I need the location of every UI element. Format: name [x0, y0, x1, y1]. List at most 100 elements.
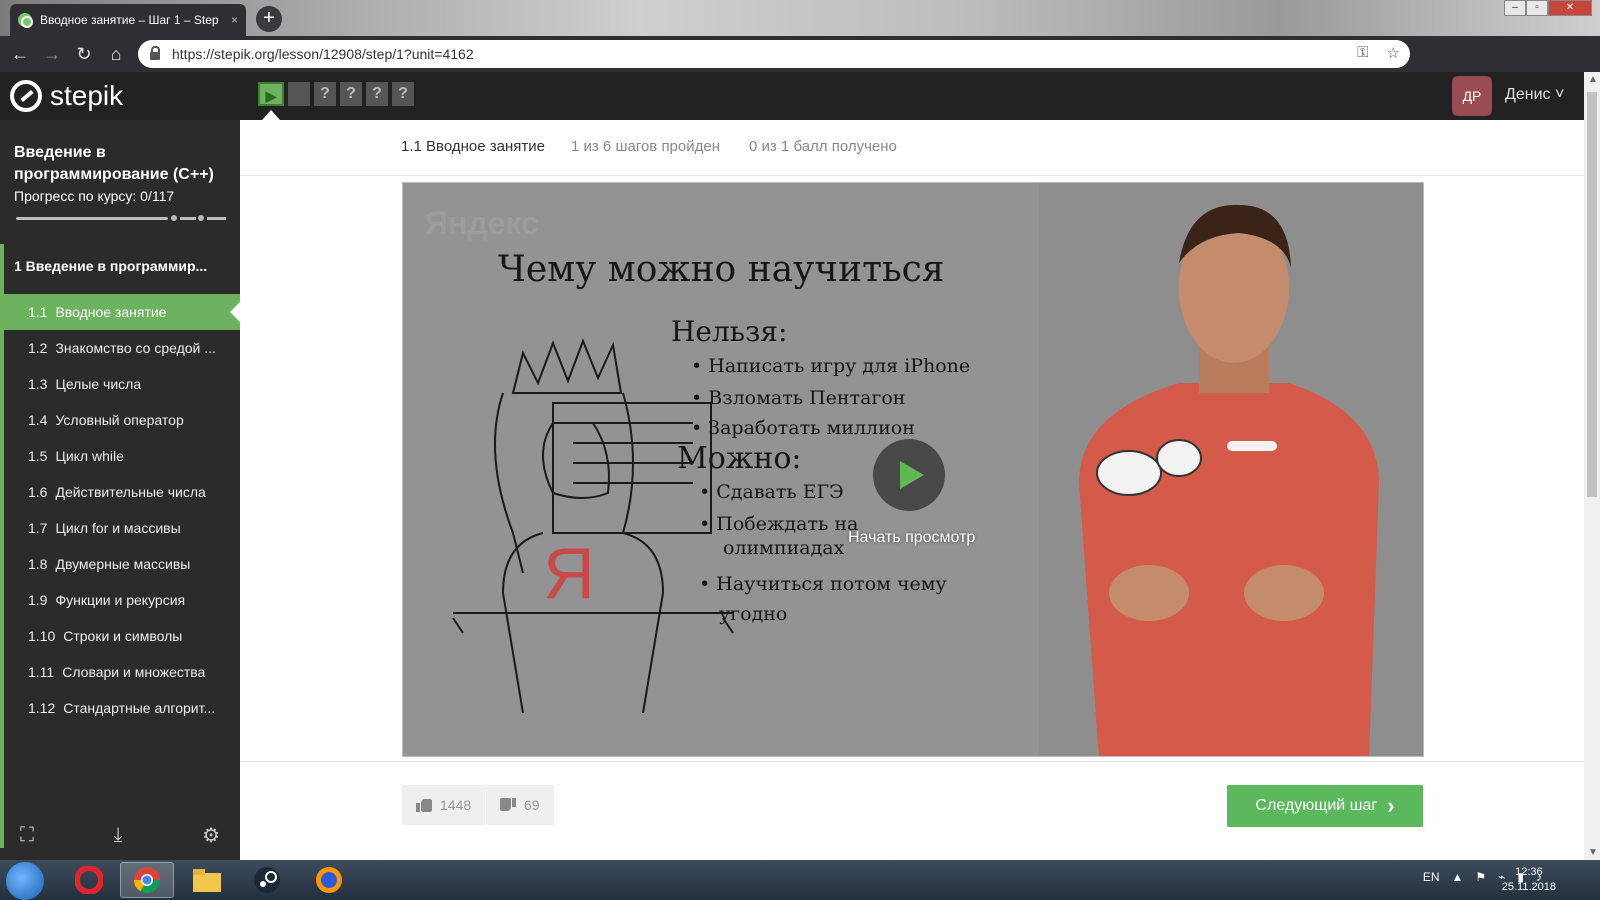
taskbar-opera-icon[interactable]: [62, 862, 116, 898]
reload-icon[interactable]: ↻: [72, 42, 96, 66]
user-menu[interactable]: Денис ˅: [1505, 86, 1564, 104]
lesson-item[interactable]: 1.3 Целые числа: [0, 366, 240, 402]
key-icon[interactable]: ⚿: [1357, 44, 1368, 62]
lesson-item[interactable]: 1.7 Цикл for и массивы: [0, 510, 240, 546]
taskbar-explorer-icon[interactable]: [180, 862, 234, 898]
back-icon[interactable]: ←: [8, 42, 32, 66]
home-icon[interactable]: ⌂: [104, 42, 128, 66]
lesson-title: Двумерные массивы: [55, 556, 191, 572]
lesson-item[interactable]: 1.11 Словари и множества: [0, 654, 240, 690]
lesson-item[interactable]: 1.6 Действительные числа: [0, 474, 240, 510]
step-video[interactable]: ▶: [258, 82, 284, 106]
lesson-title: Вводное занятие: [55, 304, 167, 320]
taskbar-firefox-icon[interactable]: [302, 862, 356, 898]
like-count: 1448: [440, 797, 472, 813]
play-button[interactable]: [873, 439, 945, 511]
scrollbar-thumb[interactable]: [1587, 92, 1597, 497]
lesson-number: 1.7: [28, 520, 48, 536]
lesson-main: 1.1 Вводное занятие 1 из 6 шагов пройден…: [240, 120, 1584, 860]
lock-icon: [150, 46, 160, 60]
next-step-button[interactable]: Следующий шаг ›: [1227, 785, 1423, 827]
thumbs-up-icon: [416, 798, 432, 812]
progress-dash: [207, 217, 226, 220]
minimize-icon[interactable]: –: [1504, 0, 1526, 16]
course-title[interactable]: Введение в программирование (C++): [14, 142, 224, 186]
lesson-title: Функции и рекурсия: [55, 592, 186, 608]
window-controls: – ▫ ✕: [1504, 0, 1592, 16]
step-quiz[interactable]: ?: [340, 82, 362, 106]
lesson-number: 1.11: [28, 664, 55, 680]
page-scrollbar[interactable]: ▲ ▼: [1584, 72, 1600, 860]
forward-icon[interactable]: →: [40, 42, 64, 66]
shirt-letter: Я: [543, 534, 595, 614]
lesson-number: 1.10: [28, 628, 56, 644]
scroll-up-icon[interactable]: ▲: [1588, 74, 1598, 85]
address-url: https://stepik.org/lesson/12908/step/1?u…: [172, 46, 474, 62]
next-step-label: Следующий шаг: [1255, 797, 1378, 814]
stepik-favicon-icon: [18, 13, 33, 28]
gear-icon[interactable]: ⚙: [202, 823, 220, 848]
video-watermark: Яндекс: [425, 205, 539, 241]
new-tab-button[interactable]: +: [256, 6, 282, 32]
lesson-number: 1.3: [28, 376, 48, 392]
crown-drawing: [511, 338, 623, 394]
lesson-item[interactable]: 1.10 Строки и символы: [0, 618, 240, 654]
browser-tab[interactable]: Вводное занятие – Шаг 1 – Step ×: [10, 4, 246, 36]
flag-icon[interactable]: ⚑: [1475, 870, 1486, 884]
start-viewing-label[interactable]: Начать просмотр: [848, 529, 975, 547]
sidebar-tools: ⛶ ⤓ ⚙: [0, 810, 240, 860]
lesson-number: 1.9: [28, 592, 48, 608]
stepik-logo[interactable]: stepik: [10, 80, 123, 112]
tray-expand-icon[interactable]: ▲: [1452, 870, 1464, 884]
board-drawing-illustration: [452, 338, 734, 713]
address-bar[interactable]: https://stepik.org/lesson/12908/step/1?u…: [138, 40, 1410, 68]
taskbar-clock[interactable]: 12:36 25.11.2018: [1502, 865, 1556, 895]
lesson-item[interactable]: 1.8 Двумерные массивы: [0, 546, 240, 582]
video-player[interactable]: Яндекс Чему можно научиться Нельзя: • На…: [402, 182, 1424, 757]
browser-toolbar: ← → ↻ ⌂ https://stepik.org/lesson/12908/…: [0, 36, 1600, 100]
lesson-item[interactable]: 1.2 Знакомство со средой ...: [0, 330, 240, 366]
step-quiz[interactable]: ?: [314, 82, 336, 106]
folder-icon: [193, 869, 221, 892]
section-title[interactable]: 1 Введение в программир...: [14, 258, 224, 274]
download-icon[interactable]: ⤓: [114, 824, 123, 847]
omnibox-icons: ⚿ ☆: [1357, 44, 1400, 62]
step-text[interactable]: [288, 82, 310, 106]
clock-time: 12:36: [1515, 866, 1543, 878]
start-button-icon[interactable]: [6, 862, 44, 900]
lesson-item[interactable]: 1.5 Цикл while: [0, 438, 240, 474]
step-quiz[interactable]: ?: [392, 82, 414, 106]
scroll-down-icon[interactable]: ▼: [1588, 847, 1598, 858]
lesson-number: 1.8: [28, 556, 48, 572]
lesson-title: Действительные числа: [55, 484, 206, 500]
close-tab-icon[interactable]: ×: [231, 13, 238, 27]
lesson-title: Словари и множества: [62, 664, 206, 680]
fullscreen-icon[interactable]: ⛶: [20, 824, 34, 847]
board-item-text: Научиться потом чему: [716, 573, 947, 595]
stepik-logo-icon: [10, 80, 42, 112]
dislike-button[interactable]: 69: [486, 785, 554, 825]
avatar[interactable]: ДР: [1452, 76, 1492, 116]
lesson-item[interactable]: 1.12 Стандартные алгорит...: [0, 690, 240, 726]
lesson-item[interactable]: 1.1 Вводное занятие: [0, 294, 240, 330]
step-quiz[interactable]: ?: [366, 82, 388, 106]
content-divider: [240, 761, 1584, 762]
maximize-icon[interactable]: ▫: [1526, 0, 1548, 16]
lesson-title: Цикл while: [55, 448, 124, 464]
progress-dot: [171, 215, 177, 221]
lesson-item[interactable]: 1.4 Условный оператор: [0, 402, 240, 438]
taskbar-steam-icon[interactable]: [240, 862, 294, 898]
like-button[interactable]: 1448: [402, 785, 486, 825]
close-window-icon[interactable]: ✕: [1548, 0, 1592, 16]
lesson-number: 1.6: [28, 484, 48, 500]
dislike-count: 69: [524, 797, 540, 813]
bookmark-star-icon[interactable]: ☆: [1387, 44, 1400, 62]
lesson-title: Цикл for и массивы: [55, 520, 181, 536]
board-item-text: Написать игру для iPhone: [708, 355, 971, 377]
taskbar-chrome-icon[interactable]: [120, 862, 174, 898]
lesson-item[interactable]: 1.9 Функции и рекурсия: [0, 582, 240, 618]
course-sidebar: Введение в программирование (C++) Прогре…: [0, 120, 240, 860]
lesson-list: 1.1 Вводное занятие 1.2 Знакомство со сред…: [0, 294, 240, 726]
chevron-right-icon: ›: [1387, 793, 1395, 818]
language-indicator[interactable]: EN: [1423, 870, 1440, 884]
